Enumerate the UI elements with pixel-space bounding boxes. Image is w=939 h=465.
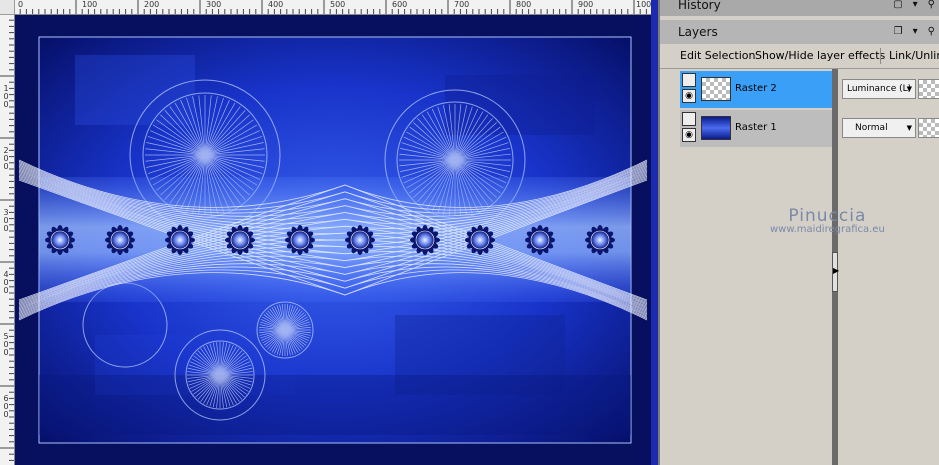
ruler-label: 200 (144, 0, 160, 9)
canvas-scroll-edge (651, 0, 658, 465)
ruler-label: 900 (578, 0, 594, 9)
expand-arrow-icon[interactable]: ▶ (833, 266, 839, 275)
layer-thumbnail (701, 77, 731, 101)
ruler-label: 6 0 0 (3, 394, 9, 419)
blend-mode-value: Normal (855, 123, 888, 133)
toolbar-separator (880, 48, 881, 64)
image-canvas[interactable] (15, 15, 651, 465)
visibility-eye-icon[interactable]: ◉ (682, 128, 696, 142)
visibility-eye-icon[interactable]: ◉ (682, 89, 696, 103)
ruler-label: 600 (392, 0, 408, 9)
vertical-ruler[interactable]: 1 0 0 2 0 0 3 0 0 4 0 0 5 0 0 6 0 0 (0, 14, 15, 465)
restore-icon[interactable]: ❐ (894, 26, 903, 37)
side-panel: History ▢ ▾ ⚲ Layers ❐ ▾ ⚲ Edit Selectio… (658, 0, 939, 465)
layer-row-raster-2[interactable]: ◉ Raster 2 (680, 71, 834, 108)
blend-mode-select[interactable]: Luminance (L) ▼ (842, 79, 916, 99)
layer-type-icon (682, 112, 696, 126)
ruler-label: 700 (454, 0, 470, 9)
dropdown-icon[interactable]: ▾ (913, 0, 918, 10)
ruler-label: 0 (18, 0, 24, 9)
ruler-label: 400 (268, 0, 284, 9)
restore-icon[interactable]: ▢ (893, 0, 902, 10)
canvas-area: 0 100 200 300 400 500 600 700 800 900 10… (0, 0, 658, 465)
ruler-label: 5 0 0 (3, 332, 9, 357)
blend-mode-select[interactable]: Normal ▼ (842, 118, 916, 138)
opacity-control[interactable] (918, 79, 939, 99)
layer-row-icons: ◉ (682, 73, 698, 106)
dropdown-icon: ▼ (906, 85, 912, 93)
layer-thumbnail (701, 116, 731, 140)
show-hide-effects-button[interactable]: Show/Hide layer effects (755, 49, 885, 62)
opacity-control[interactable] (918, 118, 939, 138)
pin-icon[interactable]: ⚲ (928, 0, 935, 10)
ruler-corner (0, 0, 15, 15)
edit-selection-button[interactable]: Edit Selection (680, 49, 756, 62)
ruler-label: 800 (516, 0, 532, 9)
history-panel-title: History (678, 0, 721, 12)
artwork (15, 15, 651, 465)
layer-name[interactable]: Raster 2 (735, 83, 777, 94)
layer-type-icon (682, 73, 696, 87)
layer-row-raster-1[interactable]: ◉ Raster 1 (680, 110, 834, 147)
ruler-label: 1 0 0 (3, 84, 9, 109)
layers-header-icons: ❐ ▾ ⚲ (894, 26, 935, 37)
ruler-label: 500 (330, 0, 346, 9)
layer-row-icons: ◉ (682, 112, 698, 145)
watermark: Pinuccia www.maidiregrafica.eu (770, 206, 885, 235)
horizontal-ruler[interactable]: 0 100 200 300 400 500 600 700 800 900 10… (14, 0, 658, 15)
layers-list: ◉ Raster 2 ◉ Raster 1 Luminance (L) ▼ No… (660, 69, 939, 465)
ruler-label: 2 0 0 (3, 146, 9, 171)
ruler-label: 3 0 0 (3, 208, 9, 233)
watermark-line-1: Pinuccia (788, 206, 867, 226)
blend-mode-value: Luminance (L) (847, 84, 912, 94)
dropdown-icon: ▼ (906, 124, 912, 132)
layers-toolbar: Edit Selection Show/Hide layer effects L… (660, 44, 939, 69)
layer-name[interactable]: Raster 1 (735, 122, 777, 133)
ruler-label: 300 (206, 0, 222, 9)
ruler-label: 4 0 0 (3, 270, 9, 295)
layers-panel-title: Layers (678, 25, 718, 39)
ruler-label: 100 (82, 0, 98, 9)
layers-panel-header[interactable]: Layers ❐ ▾ ⚲ (660, 20, 939, 44)
watermark-line-2: www.maidiregrafica.eu (770, 224, 885, 235)
history-panel-header[interactable]: History ▢ ▾ ⚲ (660, 0, 939, 16)
history-header-icons: ▢ ▾ ⚲ (893, 0, 935, 10)
pin-icon[interactable]: ⚲ (928, 26, 935, 37)
dropdown-icon[interactable]: ▾ (913, 26, 918, 37)
link-unlink-button[interactable]: Link/Unlink (889, 49, 939, 62)
